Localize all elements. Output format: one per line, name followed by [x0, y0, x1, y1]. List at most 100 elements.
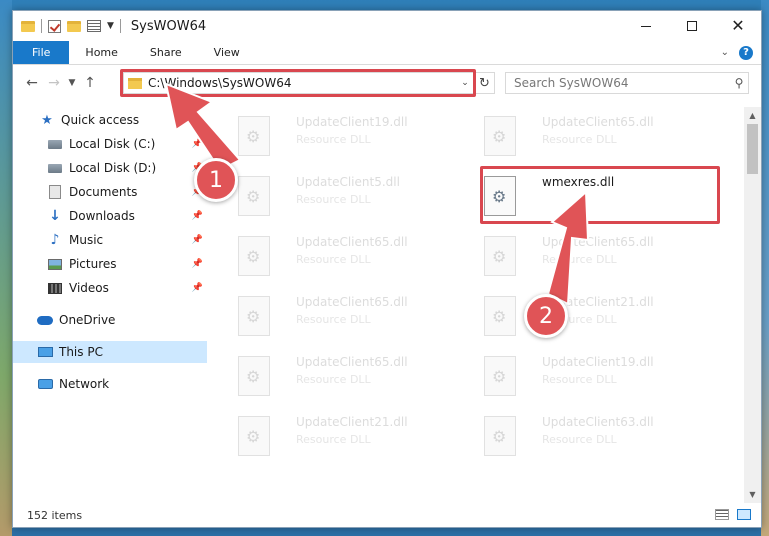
sidebar-item-documents[interactable]: Documents 📌 [13, 181, 209, 203]
properties-icon[interactable] [87, 20, 101, 32]
file-name: wmexres.dll [542, 175, 615, 189]
step-badge-1: 1 [194, 158, 238, 202]
sidebar-item-this-pc[interactable]: This PC [13, 341, 207, 363]
folder-icon [128, 77, 142, 89]
dll-file-icon [484, 416, 516, 456]
sidebar-item-onedrive[interactable]: OneDrive [13, 309, 209, 331]
title-bar: ▼ SysWOW64 ✕ [13, 11, 761, 41]
address-bar[interactable]: C:\Windows\SysWOW64 ⌄ ↻ [123, 72, 495, 94]
window-controls: ✕ [623, 11, 761, 41]
toolbar-divider [41, 19, 42, 33]
close-icon: ✕ [731, 16, 745, 35]
dll-file-icon [238, 116, 270, 156]
address-path[interactable]: C:\Windows\SysWOW64 [148, 76, 456, 90]
sidebar-item-music[interactable]: ♪ Music 📌 [13, 229, 209, 251]
customize-toolbar-dropdown-icon[interactable]: ▼ [107, 21, 114, 31]
dll-file-icon [238, 296, 270, 336]
maximize-icon [687, 21, 697, 31]
tab-share[interactable]: Share [134, 41, 198, 64]
file-item[interactable]: UpdateClient19.dll Resource DLL [470, 353, 710, 405]
tab-home[interactable]: Home [69, 41, 133, 64]
folder-icon[interactable] [21, 20, 35, 32]
dll-file-icon [484, 356, 516, 396]
file-name: UpdateClient5.dll [296, 175, 400, 189]
vertical-scrollbar[interactable]: ▲ ▼ [744, 107, 761, 503]
pin-icon[interactable]: 📌 [192, 283, 203, 293]
search-icon[interactable]: ⚲ [730, 76, 748, 90]
up-button[interactable]: ↑ [79, 75, 101, 91]
large-icons-view-icon[interactable] [737, 509, 751, 520]
tab-view[interactable]: View [198, 41, 256, 64]
minimize-icon [641, 25, 651, 27]
sidebar-item-quick-access[interactable]: ★ Quick access [13, 109, 209, 131]
back-button[interactable]: ← [21, 75, 43, 91]
item-count: 152 items [27, 508, 83, 522]
file-item-wmexres[interactable]: wmexres.dll [470, 173, 710, 225]
sidebar-item-label: Local Disk (D:) [69, 161, 157, 175]
expand-ribbon-chevron-icon[interactable]: ⌄ [721, 47, 729, 58]
status-bar: 152 items [13, 503, 761, 527]
file-type: Resource DLL [296, 193, 371, 206]
search-input[interactable] [514, 76, 730, 90]
desktop-background-right [761, 0, 769, 536]
sidebar-item-local-disk-c[interactable]: Local Disk (C:) 📌 [13, 133, 209, 155]
refresh-button[interactable]: ↻ [474, 73, 494, 93]
file-list: UpdateClient19.dll Resource DLL UpdateCli… [210, 107, 744, 503]
pin-icon[interactable]: 📌 [192, 211, 203, 221]
file-item[interactable]: UpdateClient63.dll Resource DLL [470, 413, 710, 465]
sidebar-item-downloads[interactable]: ↓ Downloads 📌 [13, 205, 209, 227]
file-item[interactable]: UpdateClient65.dll Resource DLL [470, 233, 710, 285]
scroll-down-icon[interactable]: ▼ [744, 486, 761, 503]
videos-icon [48, 282, 62, 294]
file-item[interactable]: UpdateClient65.dll Resource DLL [224, 293, 464, 345]
sidebar-item-network[interactable]: Network [13, 373, 209, 395]
navigation-pane: ★ Quick access Local Disk (C:) 📌 Local D… [13, 107, 209, 497]
desktop-background-left [0, 0, 12, 536]
forward-button[interactable]: → [43, 75, 65, 91]
quick-access-toolbar: ▼ [13, 19, 121, 33]
file-item[interactable]: UpdateClient65.dll Resource DLL [470, 113, 710, 165]
documents-icon [49, 185, 61, 199]
sidebar-item-label: Pictures [69, 257, 117, 271]
tab-file[interactable]: File [13, 41, 70, 64]
file-name: UpdateClient63.dll [542, 415, 654, 429]
close-button[interactable]: ✕ [715, 11, 761, 41]
toolbar-divider [119, 19, 121, 33]
file-item[interactable]: UpdateClient19.dll Resource DLL [224, 113, 464, 165]
file-type: Resource DLL [296, 373, 371, 386]
sidebar-item-label: Downloads [69, 209, 135, 223]
pin-icon[interactable]: 📌 [192, 259, 203, 269]
file-name: UpdateClient19.dll [296, 115, 408, 129]
file-type: Resource DLL [542, 253, 617, 266]
scrollbar-thumb[interactable] [747, 124, 758, 174]
new-folder-icon[interactable] [67, 20, 81, 32]
scroll-up-icon[interactable]: ▲ [744, 107, 761, 124]
file-item[interactable]: UpdateClient65.dll Resource DLL [224, 353, 464, 405]
file-type: Resource DLL [296, 313, 371, 326]
pin-icon[interactable]: 📌 [192, 235, 203, 245]
sidebar-item-local-disk-d[interactable]: Local Disk (D:) 📌 [13, 157, 209, 179]
dll-file-icon [238, 236, 270, 276]
dll-file-icon [484, 116, 516, 156]
sidebar-item-videos[interactable]: Videos 📌 [13, 277, 209, 299]
file-type: Resource DLL [296, 433, 371, 446]
file-item[interactable]: UpdateClient5.dll Resource DLL [224, 173, 464, 225]
details-view-icon[interactable] [715, 509, 729, 520]
search-box[interactable]: ⚲ [505, 72, 749, 94]
address-dropdown-icon[interactable]: ⌄ [456, 78, 474, 88]
sidebar-item-label: Music [69, 233, 104, 247]
sidebar-item-label: Local Disk (C:) [69, 137, 156, 151]
help-icon[interactable]: ? [739, 45, 753, 60]
file-type: Resource DLL [542, 133, 617, 146]
network-icon [37, 379, 53, 389]
file-item[interactable]: UpdateClient21.dllResource DLL [224, 413, 464, 465]
navigation-bar: ← → ▼ ↑ C:\Windows\SysWOW64 ⌄ ↻ ⚲ [13, 66, 761, 100]
recent-locations-button[interactable]: ▼ [65, 78, 79, 88]
file-item[interactable]: UpdateClient65.dll Resource DLL [224, 233, 464, 285]
pin-icon[interactable]: 📌 [192, 139, 203, 149]
properties-check-icon[interactable] [48, 19, 61, 33]
maximize-button[interactable] [669, 11, 715, 41]
sidebar-item-pictures[interactable]: Pictures 📌 [13, 253, 209, 275]
minimize-button[interactable] [623, 11, 669, 41]
file-item[interactable]: UpdateClient21.dllResource DLL [470, 293, 710, 345]
